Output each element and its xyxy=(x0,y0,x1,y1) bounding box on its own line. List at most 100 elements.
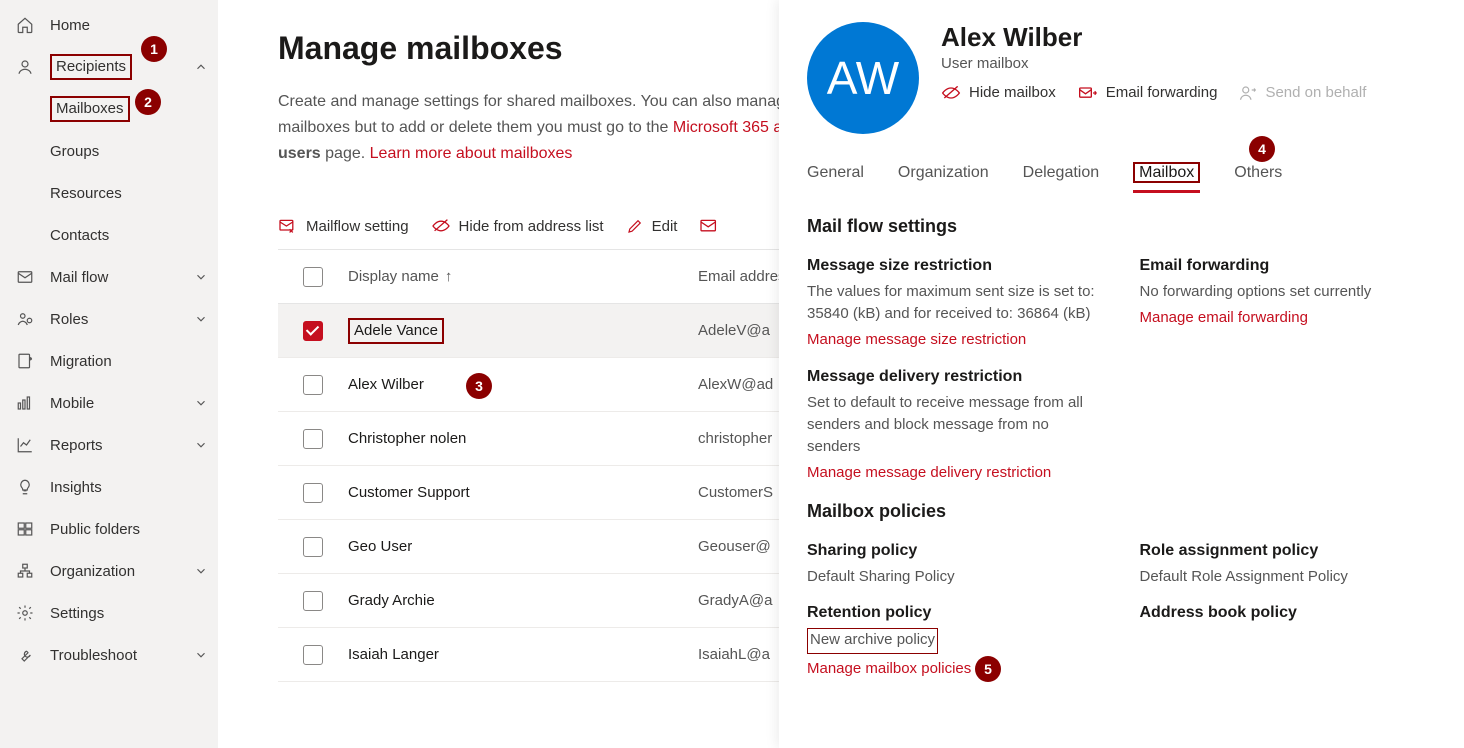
edit-icon xyxy=(626,217,644,235)
hide-from-list-button[interactable]: Hide from address list xyxy=(431,217,604,235)
mp-link[interactable]: Manage mailbox policies xyxy=(807,660,1104,677)
migration-icon xyxy=(14,352,36,370)
sidebar-item-label: Resources xyxy=(50,185,122,202)
rp-text: New archive policy xyxy=(807,628,1104,654)
row-name: Geo User xyxy=(348,538,698,555)
col-header-name[interactable]: Display name↑ xyxy=(348,268,698,285)
mailflow-setting-button[interactable]: Mailflow setting xyxy=(278,217,409,235)
sidebar-item-settings[interactable]: Settings xyxy=(0,592,218,634)
row-checkbox[interactable] xyxy=(303,537,323,557)
sidebar-item-groups[interactable]: Groups xyxy=(0,130,218,172)
ef-link[interactable]: Manage email forwarding xyxy=(1140,309,1437,326)
panel-actions: Hide mailbox Email forwarding Send on be… xyxy=(941,84,1436,101)
sidebar-item-home[interactable]: Home xyxy=(0,4,218,46)
sidebar-item-contacts[interactable]: Contacts xyxy=(0,214,218,256)
select-all-checkbox[interactable] xyxy=(303,267,323,287)
insights-icon xyxy=(14,478,36,496)
sidebar-item-label: Reports xyxy=(50,437,103,454)
chevron-down-icon xyxy=(194,648,208,662)
sidebar-item-mailboxes[interactable]: Mailboxes xyxy=(0,88,218,130)
chevron-up-icon xyxy=(194,60,208,74)
reports-icon xyxy=(14,436,36,454)
abp-title: Address book policy xyxy=(1140,604,1437,622)
toolbar-label: Mailflow setting xyxy=(306,218,409,235)
sidebar-item-migration[interactable]: Migration xyxy=(0,340,218,382)
panel-header: AW Alex Wilber User mailbox Hide mailbox… xyxy=(779,0,1464,148)
sidebar-item-mobile[interactable]: Mobile xyxy=(0,382,218,424)
details-panel: AW Alex Wilber User mailbox Hide mailbox… xyxy=(779,0,1464,748)
msr-title: Message size restriction xyxy=(807,257,1104,275)
gear-icon xyxy=(14,604,36,622)
chevron-down-icon xyxy=(194,270,208,284)
sidebar-item-label: Mailboxes xyxy=(50,96,130,122)
toolbar-label: Hide from address list xyxy=(459,218,604,235)
row-checkbox[interactable] xyxy=(303,375,323,395)
sidebar-item-insights[interactable]: Insights xyxy=(0,466,218,508)
row-checkbox[interactable] xyxy=(303,321,323,341)
panel-user-name: Alex Wilber xyxy=(941,22,1436,53)
row-name: Isaiah Langer xyxy=(348,646,698,663)
sidebar-item-organization[interactable]: Organization xyxy=(0,550,218,592)
mobile-icon xyxy=(14,394,36,412)
msr-text: The values for maximum sent size is set … xyxy=(807,281,1104,325)
sidebar-item-label: Public folders xyxy=(50,521,140,538)
sidebar-item-label: Groups xyxy=(50,143,99,160)
annotation-badge-5: 5 xyxy=(975,656,1001,682)
row-name: Alex Wilber xyxy=(348,376,698,393)
tab-delegation[interactable]: Delegation xyxy=(1023,164,1100,192)
toolbar-label: Edit xyxy=(652,218,678,235)
row-name: Christopher nolen xyxy=(348,430,698,447)
sidebar-item-reports[interactable]: Reports xyxy=(0,424,218,466)
home-icon xyxy=(14,16,36,34)
send-on-behalf-button: Send on behalf xyxy=(1239,84,1366,101)
sidebar-item-label: Insights xyxy=(50,479,102,496)
sidebar-item-resources[interactable]: Resources xyxy=(0,172,218,214)
sp-text: Default Sharing Policy xyxy=(807,566,1104,588)
tab-organization[interactable]: Organization xyxy=(898,164,989,192)
msr-link[interactable]: Manage message size restriction xyxy=(807,331,1104,348)
forward-icon xyxy=(1078,86,1098,100)
mail-icon xyxy=(14,268,36,286)
sidebar-item-label: Contacts xyxy=(50,227,109,244)
roles-icon xyxy=(14,310,36,328)
avatar: AW xyxy=(807,22,919,134)
mdr-text: Set to default to receive message from a… xyxy=(807,392,1104,458)
sidebar-item-label: Mobile xyxy=(50,395,94,412)
sidebar: Home Recipients Mailboxes Groups Resourc… xyxy=(0,0,218,748)
sidebar-item-roles[interactable]: Roles xyxy=(0,298,218,340)
row-checkbox[interactable] xyxy=(303,429,323,449)
tab-mailbox[interactable]: Mailbox xyxy=(1133,164,1200,192)
sidebar-item-label: Migration xyxy=(50,353,112,370)
row-checkbox[interactable] xyxy=(303,591,323,611)
panel-body: Mail flow settings Message size restrict… xyxy=(779,192,1464,687)
panel-tabs: General Organization Delegation Mailbox … xyxy=(779,148,1464,192)
row-name: Customer Support xyxy=(348,484,698,501)
sidebar-item-mailflow[interactable]: Mail flow xyxy=(0,256,218,298)
mdr-title: Message delivery restriction xyxy=(807,368,1104,386)
mdr-link[interactable]: Manage message delivery restriction xyxy=(807,464,1104,481)
chevron-down-icon xyxy=(194,396,208,410)
sidebar-item-label: Troubleshoot xyxy=(50,647,137,664)
row-checkbox[interactable] xyxy=(303,645,323,665)
section-mailflow-settings: Mail flow settings xyxy=(807,216,1436,237)
tab-others[interactable]: Others xyxy=(1234,164,1282,192)
annotation-badge-4: 4 xyxy=(1249,136,1275,162)
edit-button[interactable]: Edit xyxy=(626,217,678,235)
tab-general[interactable]: General xyxy=(807,164,864,192)
ef-title: Email forwarding xyxy=(1140,257,1437,275)
sidebar-item-troubleshoot[interactable]: Troubleshoot xyxy=(0,634,218,676)
annotation-badge-3: 3 xyxy=(466,373,492,399)
sort-asc-icon: ↑ xyxy=(445,268,453,285)
more-button[interactable] xyxy=(699,217,719,235)
row-checkbox[interactable] xyxy=(303,483,323,503)
row-name: Grady Archie xyxy=(348,592,698,609)
annotation-badge-1: 1 xyxy=(141,36,167,62)
wrench-icon xyxy=(14,646,36,664)
sidebar-item-recipients[interactable]: Recipients xyxy=(0,46,218,88)
link-learn-more[interactable]: Learn more about mailboxes xyxy=(370,145,573,162)
email-forwarding-button[interactable]: Email forwarding xyxy=(1078,84,1218,101)
sidebar-item-publicfolders[interactable]: Public folders xyxy=(0,508,218,550)
rap-text: Default Role Assignment Policy xyxy=(1140,566,1437,588)
hide-mailbox-button[interactable]: Hide mailbox xyxy=(941,84,1056,101)
sidebar-item-label: Settings xyxy=(50,605,104,622)
